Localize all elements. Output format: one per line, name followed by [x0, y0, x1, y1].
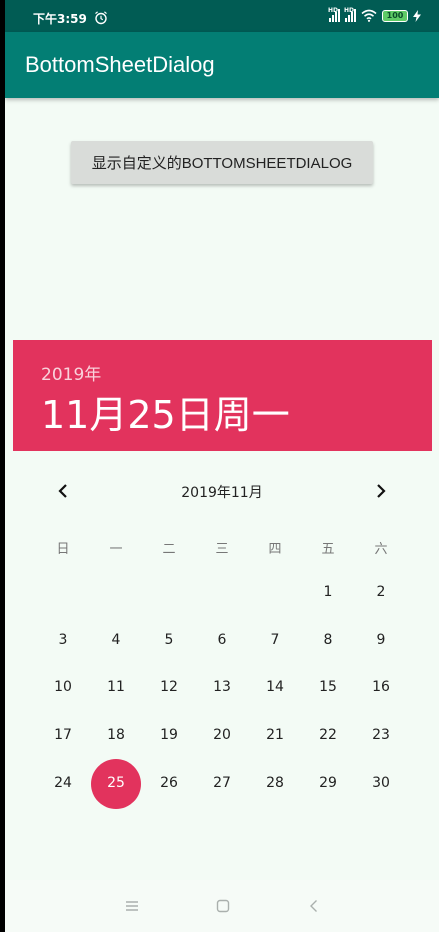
- menu-icon[interactable]: [124, 898, 140, 914]
- weekday-label: 六: [374, 542, 388, 557]
- weekday-label: 一: [109, 542, 123, 557]
- calendar-day[interactable]: 11: [94, 677, 138, 697]
- app-title: BottomSheetDialog: [25, 52, 215, 77]
- weekday-label: 二: [162, 542, 176, 557]
- next-month-icon[interactable]: [370, 480, 392, 502]
- back-icon[interactable]: [306, 898, 322, 914]
- status-bar: 下午3:59 HD HD 100: [5, 0, 439, 32]
- calendar-day[interactable]: 6: [200, 630, 244, 650]
- calendar-day[interactable]: 9: [359, 630, 403, 650]
- calendar-day[interactable]: 19: [147, 725, 191, 745]
- calendar-day[interactable]: 23: [359, 725, 403, 745]
- screen: 下午3:59 HD HD 100 BottomSheetDialog 显示自定义…: [5, 0, 439, 932]
- calendar-day[interactable]: 12: [147, 677, 191, 697]
- signal-icon: HD: [328, 7, 340, 22]
- home-icon[interactable]: [215, 898, 231, 914]
- month-navigation: 2019年11月: [5, 476, 439, 506]
- system-nav-bar: [5, 880, 439, 932]
- calendar-day[interactable]: 3: [41, 630, 85, 650]
- calendar-day[interactable]: 30: [359, 773, 403, 793]
- calendar-day[interactable]: 7: [253, 630, 297, 650]
- weekday-label: 五: [321, 542, 335, 557]
- calendar-day[interactable]: 27: [200, 773, 244, 793]
- status-time: 下午3:59: [33, 12, 87, 26]
- year-selector[interactable]: 2019年: [41, 360, 101, 385]
- calendar-day[interactable]: 15: [306, 677, 350, 697]
- weekday-label: 日: [56, 542, 70, 557]
- calendar-day[interactable]: 5: [147, 630, 191, 650]
- date-picker-header: 2019年 11月25日周一: [13, 340, 432, 451]
- calendar-day[interactable]: 14: [253, 677, 297, 697]
- calendar-day[interactable]: 22: [306, 725, 350, 745]
- show-bottom-sheet-button[interactable]: 显示自定义的BOTTOMSHEETDIALOG: [71, 141, 373, 184]
- app-bar: BottomSheetDialog: [5, 32, 439, 98]
- calendar-day[interactable]: 13: [200, 677, 244, 697]
- signal-icon: HD: [344, 7, 356, 22]
- selected-date[interactable]: 11月25日周一: [41, 384, 290, 439]
- calendar-day[interactable]: 8: [306, 630, 350, 650]
- calendar-day[interactable]: 2: [359, 582, 403, 602]
- calendar-day[interactable]: 21: [253, 725, 297, 745]
- battery-icon: 100: [382, 9, 408, 22]
- weekday-label: 三: [215, 542, 229, 557]
- calendar-day[interactable]: 10: [41, 677, 85, 697]
- calendar-day[interactable]: 16: [359, 677, 403, 697]
- calendar-day[interactable]: 1: [306, 582, 350, 602]
- calendar-day[interactable]: 20: [200, 725, 244, 745]
- calendar-day[interactable]: 18: [94, 725, 138, 745]
- charging-icon: [413, 9, 421, 22]
- calendar-day[interactable]: 4: [94, 630, 138, 650]
- calendar-day[interactable]: 28: [253, 773, 297, 793]
- calendar-day[interactable]: 26: [147, 773, 191, 793]
- calendar-day[interactable]: 24: [41, 773, 85, 793]
- calendar-day[interactable]: 17: [41, 725, 85, 745]
- weekday-label: 四: [268, 542, 282, 557]
- alarm-icon: [95, 11, 107, 25]
- calendar-day[interactable]: 29: [306, 773, 350, 793]
- wifi-icon: [361, 9, 377, 22]
- calendar-day-selected[interactable]: 25: [94, 773, 138, 793]
- status-icons: HD HD 100: [328, 7, 421, 22]
